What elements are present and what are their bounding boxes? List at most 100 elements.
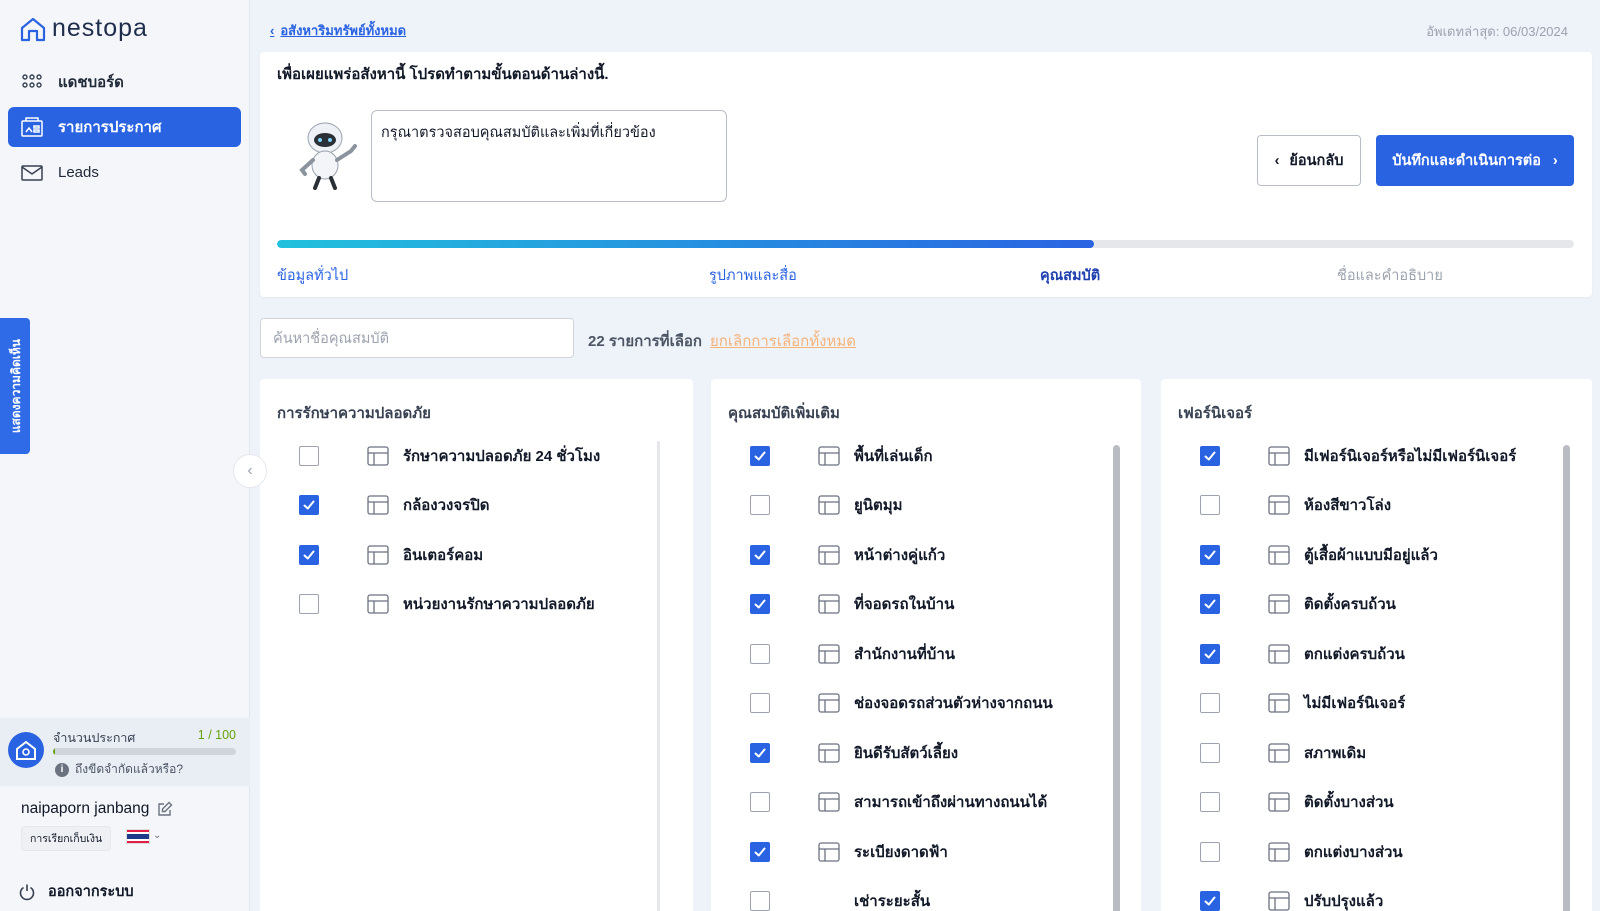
step-photos-media[interactable]: รูปภาพและสื่อ <box>709 264 797 287</box>
checkbox-checked[interactable] <box>299 544 319 565</box>
chevron-right-icon: › <box>1552 152 1558 169</box>
checkbox-unchecked[interactable] <box>1200 742 1220 763</box>
step-title-description[interactable]: ชื่อและคำอธิบาย <box>1337 264 1443 287</box>
feature-item[interactable]: ยูนิตมุม <box>750 481 1053 531</box>
step-features[interactable]: คุณสมบัติ <box>1040 264 1100 287</box>
quota-hint-text: ถึงขีดจำกัดแล้วหรือ? <box>75 762 184 776</box>
feature-item[interactable]: ปรับปรุงแล้ว <box>1200 877 1516 911</box>
partly-furnished-icon <box>1264 837 1294 867</box>
feature-item[interactable]: ตกแต่งบางส่วน <box>1200 827 1516 877</box>
checkbox-checked[interactable] <box>299 495 319 516</box>
checkbox-checked[interactable] <box>750 742 770 763</box>
intercom-icon <box>363 540 393 570</box>
feature-item[interactable]: เช่าระยะสั้น <box>750 877 1053 911</box>
feature-item[interactable]: สามารถเข้าถึงผ่านทางถนนได้ <box>750 778 1053 828</box>
chevron-down-icon[interactable]: ⌄ <box>153 830 161 841</box>
feature-label: ห้องสีขาวโล่ง <box>1304 497 1392 515</box>
fully-furnished-icon <box>1264 639 1294 669</box>
feature-item[interactable]: ตกแต่งครบถ้วน <box>1200 629 1516 679</box>
checkbox-unchecked[interactable] <box>299 445 319 466</box>
feature-item[interactable]: ติดตั้งบางส่วน <box>1200 778 1516 828</box>
collapse-sidebar-button[interactable]: ‹ <box>233 454 267 488</box>
quota-hint[interactable]: i ถึงขีดจำกัดแล้วหรือ? <box>55 760 183 779</box>
save-and-continue-button[interactable]: บันทึกและดำเนินการต่อ › <box>1376 135 1574 186</box>
checkbox-checked[interactable] <box>750 445 770 466</box>
feature-item[interactable]: สภาพเดิม <box>1200 728 1516 778</box>
feature-item[interactable]: ตู้เสื้อผ้าแบบมีอยู่แล้ว <box>1200 530 1516 580</box>
feature-item[interactable]: กล้องวงจรปิด <box>299 481 600 531</box>
feature-label: ไม่มีเฟอร์นิเจอร์ <box>1304 695 1406 713</box>
sidebar-item-dashboard[interactable]: แดชบอร์ด <box>8 62 241 102</box>
checkbox-unchecked[interactable] <box>750 643 770 664</box>
feature-item[interactable]: มีเฟอร์นิเจอร์หรือไม่มีเฟอร์นิเจอร์ <box>1200 431 1516 481</box>
back-to-all-properties-link[interactable]: ‹ อสังหาริมทรัพย์ทั้งหมด <box>270 20 406 41</box>
road-icon <box>814 787 844 817</box>
feature-item[interactable]: อินเตอร์คอม <box>299 530 600 580</box>
checkbox-unchecked[interactable] <box>1200 792 1220 813</box>
checkbox-unchecked[interactable] <box>750 693 770 714</box>
feature-item[interactable]: หน่วยงานรักษาความปลอดภัย <box>299 580 600 630</box>
step-general-info[interactable]: ข้อมูลทั่วไป <box>277 264 348 287</box>
sidebar: nestopa แดชบอร์ด รายการประกาศ Leads แสดง… <box>0 0 250 911</box>
no-furniture-icon <box>1264 688 1294 718</box>
checkbox-checked[interactable] <box>750 841 770 862</box>
feature-item[interactable]: ห้องสีขาวโล่ง <box>1200 481 1516 531</box>
checkbox-checked[interactable] <box>750 594 770 615</box>
security-guard-icon <box>363 589 393 619</box>
logo[interactable]: nestopa <box>20 14 148 43</box>
feature-item[interactable]: ยินดีรับสัตว์เลี้ยง <box>750 728 1053 778</box>
logo-house-icon <box>20 17 46 41</box>
sidebar-item-label: รายการประกาศ <box>58 119 162 136</box>
checkbox-unchecked[interactable] <box>1200 495 1220 516</box>
parking-pin-icon <box>814 688 844 718</box>
feature-item[interactable]: รักษาความปลอดภัย 24 ชั่วโมง <box>299 431 600 481</box>
feature-item[interactable]: ไม่มีเฟอร์นิเจอร์ <box>1200 679 1516 729</box>
renovated-icon <box>1264 886 1294 911</box>
sidebar-item-leads[interactable]: Leads <box>8 152 241 192</box>
sidebar-item-listings[interactable]: รายการประกาศ <box>8 107 241 147</box>
checkbox-checked[interactable] <box>750 544 770 565</box>
scrollbar-track[interactable] <box>657 441 660 911</box>
chevron-left-icon: ‹ <box>1274 152 1280 169</box>
scrollbar-thumb[interactable] <box>1563 445 1570 911</box>
power-icon <box>19 884 35 900</box>
back-button[interactable]: ‹ ย้อนกลับ <box>1257 135 1361 186</box>
checkbox-unchecked[interactable] <box>1200 693 1220 714</box>
feature-item[interactable]: ที่จอดรถในบ้าน <box>750 580 1053 630</box>
feature-item[interactable]: ระเบียงดาดฟ้า <box>750 827 1053 877</box>
checkbox-checked[interactable] <box>1200 544 1220 565</box>
group-card-furniture: เฟอร์นิเจอร์ มีเฟอร์นิเจอร์หรือไม่มีเฟอร… <box>1161 379 1592 911</box>
feature-label: ยูนิตมุม <box>854 497 903 515</box>
scrollbar-thumb[interactable] <box>1113 445 1120 911</box>
checkbox-checked[interactable] <box>1200 891 1220 911</box>
info-icon: i <box>55 762 69 777</box>
feature-item[interactable]: สำนักงานที่บ้าน <box>750 629 1053 679</box>
last-updated: อัพเดทล่าสุด: 06/03/2024 <box>1426 24 1568 39</box>
checkbox-unchecked[interactable] <box>750 891 770 911</box>
checkbox-checked[interactable] <box>1200 643 1220 664</box>
feature-label: อินเตอร์คอม <box>403 546 484 564</box>
logout-button[interactable]: ออกจากระบบ <box>18 880 134 903</box>
user-name: naipaporn janbang <box>21 800 173 818</box>
feature-item[interactable]: ติดตั้งครบถ้วน <box>1200 580 1516 630</box>
clear-all-selection-link[interactable]: ยกเลิกการเลือกทั้งหมด <box>710 329 856 353</box>
checkbox-unchecked[interactable] <box>299 594 319 615</box>
edit-icon[interactable] <box>157 801 173 817</box>
feature-search-input[interactable]: ค้นหาชื่อคุณสมบัติ <box>260 318 574 358</box>
thai-flag-icon[interactable] <box>126 829 150 844</box>
wardrobe-icon <box>1264 540 1294 570</box>
checkbox-unchecked[interactable] <box>750 495 770 516</box>
save-button-label: บันทึกและดำเนินการต่อ <box>1392 153 1541 169</box>
paw-icon <box>814 738 844 768</box>
feature-label: มีเฟอร์นิเจอร์หรือไม่มีเฟอร์นิเจอร์ <box>1304 447 1517 465</box>
checkbox-checked[interactable] <box>1200 594 1220 615</box>
feature-item[interactable]: ช่องจอดรถส่วนตัวห่างจากถนน <box>750 679 1053 729</box>
feature-item[interactable]: พื้นที่เล่นเด็ก <box>750 431 1053 481</box>
checkbox-unchecked[interactable] <box>1200 841 1220 862</box>
back-button-label: ย้อนกลับ <box>1289 153 1344 169</box>
checkbox-checked[interactable] <box>1200 445 1220 466</box>
feature-item[interactable]: หน้าต่างคู่แก้ว <box>750 530 1053 580</box>
feedback-tab[interactable]: แสดงความคิดเห็น <box>0 318 30 454</box>
checkbox-unchecked[interactable] <box>750 792 770 813</box>
billing-button[interactable]: การเรียกเก็บเงิน <box>21 826 112 851</box>
